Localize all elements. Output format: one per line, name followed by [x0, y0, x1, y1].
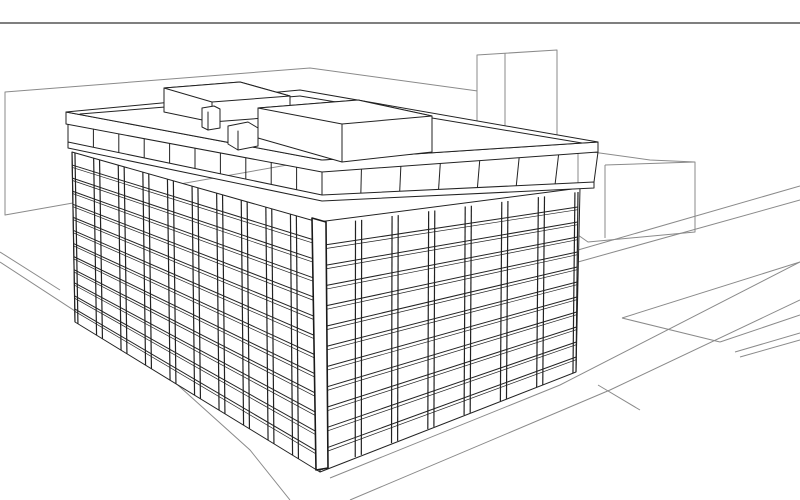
right-attic-post — [399, 166, 402, 192]
right-column — [390, 215, 393, 444]
right-column — [397, 215, 399, 441]
right-column — [427, 211, 430, 430]
right-attic-post — [438, 163, 441, 190]
rooftop-unit-small — [227, 121, 259, 151]
right-attic-post — [360, 169, 362, 194]
building-drawing — [0, 22, 800, 500]
right-attic-post — [476, 160, 481, 188]
rooftop-vent — [201, 105, 221, 131]
right-attic-post — [554, 154, 560, 184]
drawing-canvas — [0, 0, 800, 500]
right-attic-post — [515, 157, 520, 186]
facade-left — [71, 151, 321, 473]
